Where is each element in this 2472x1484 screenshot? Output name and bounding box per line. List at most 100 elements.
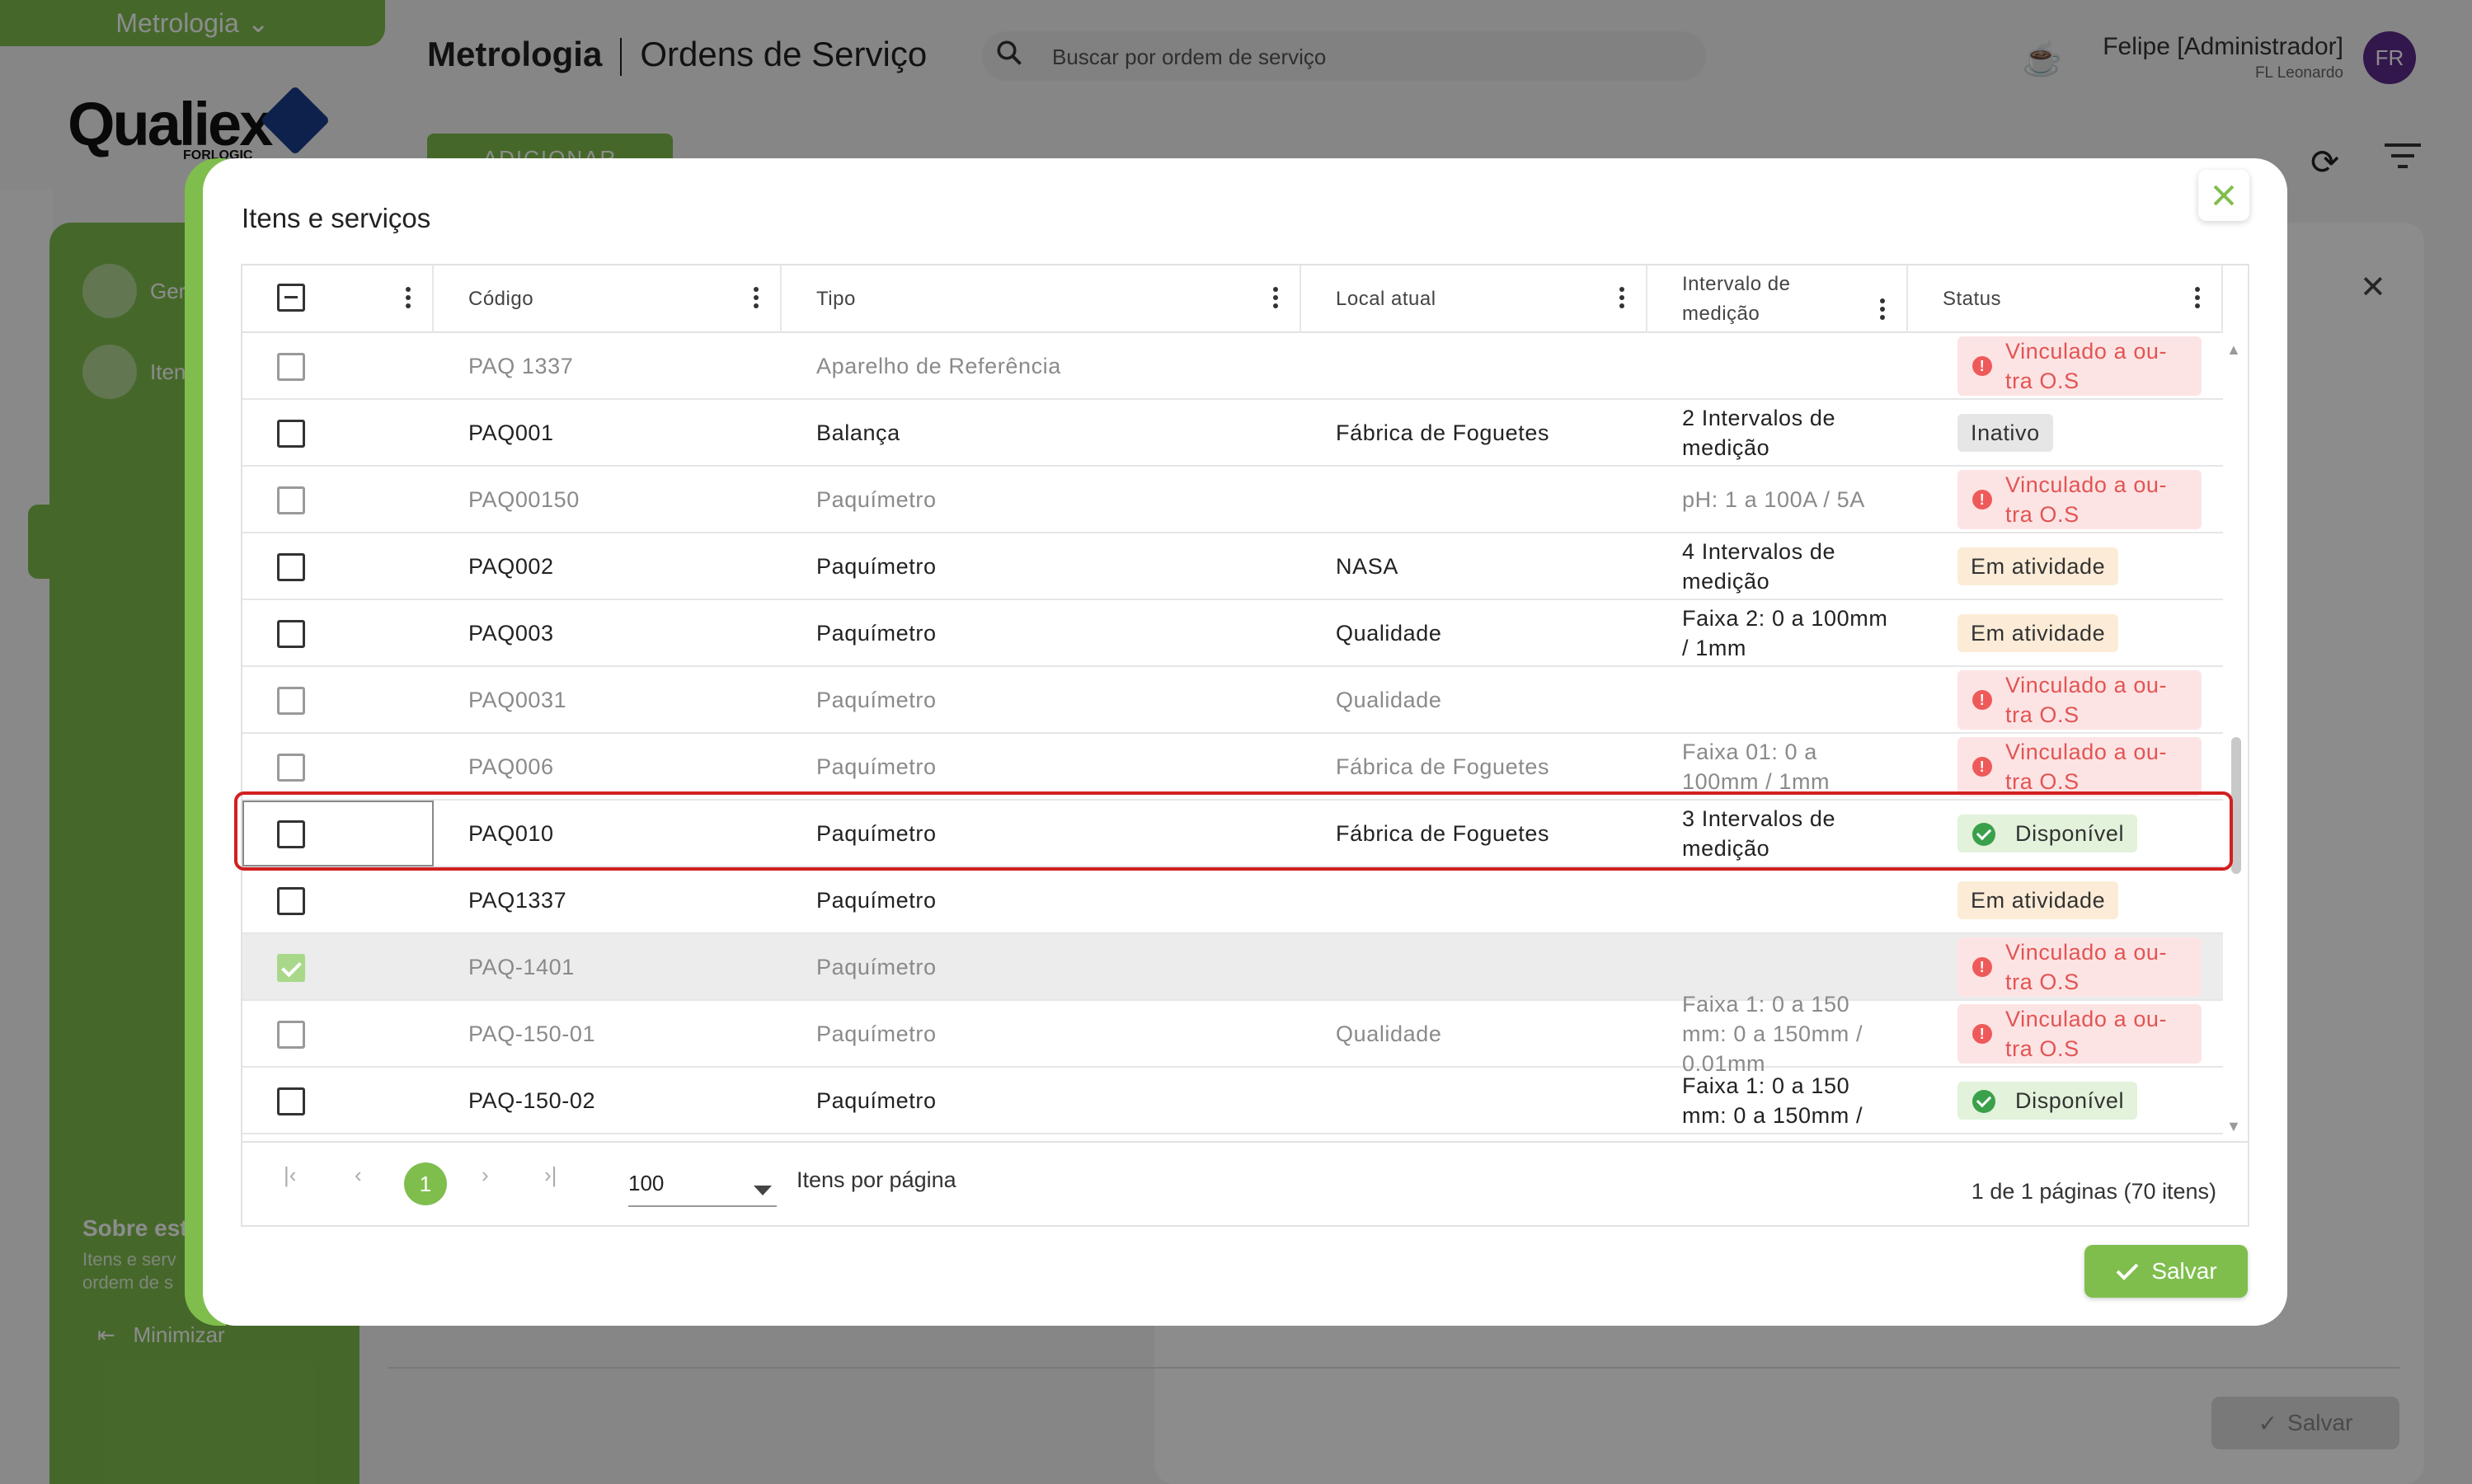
status-label: Vinculado a ou-tra O.S <box>2005 339 2168 393</box>
cell-type: Paquímetro <box>816 620 937 646</box>
status-badge: Em atividade <box>1957 614 2119 652</box>
status-badge: ! Vinculado a ou-tra O.S <box>1957 1004 2202 1064</box>
status-badge: Em atividade <box>1957 881 2119 919</box>
column-menu-icon[interactable] <box>1273 287 1278 308</box>
cell-interval <box>1682 667 1888 732</box>
cell-location <box>1336 333 1641 398</box>
status-badge: Inativo <box>1957 414 2053 452</box>
status-label: Inativo <box>1971 420 2040 445</box>
pagination-info: 1 de 1 páginas (70 itens) <box>1971 1179 2216 1204</box>
cell-type: Aparelho de Referência <box>816 353 1061 378</box>
table-row[interactable]: PAQ 1337 Aparelho de Referência! Vinculado… <box>242 333 2223 400</box>
column-menu-icon[interactable] <box>2195 287 2200 308</box>
table-row[interactable]: PAQ003 Paquímetro Qualidade Faixa 2: 0 a 10… <box>242 600 2223 667</box>
row-checkbox[interactable] <box>277 754 305 782</box>
scroll-up-icon[interactable]: ▲ <box>2226 341 2241 359</box>
header-status-label: Status <box>1943 288 2002 310</box>
cell-code: PAQ-1401 <box>468 954 575 979</box>
highlight-box <box>234 791 2233 871</box>
current-page[interactable]: 1 <box>404 1162 447 1205</box>
row-checkbox[interactable] <box>277 687 305 715</box>
table-row[interactable]: PAQ0031 Paquímetro Qualidade! Vinculado a o… <box>242 667 2223 734</box>
cell-interval: Faixa 01: 0 a 100mm / 1mm <box>1682 739 1831 794</box>
header-interval[interactable]: Intervalo de medição <box>1647 265 1908 333</box>
cell-interval: Faixa 1: 0 a 150 mm: 0 a 150mm / 0.01mm <box>1682 991 1863 1076</box>
column-menu-icon[interactable] <box>1880 298 1885 320</box>
status-label: Em atividade <box>1971 887 2106 913</box>
header-location[interactable]: Local atual <box>1301 265 1647 333</box>
status-badge: ! Vinculado a ou-tra O.S <box>1957 670 2202 730</box>
row-checkbox[interactable] <box>277 887 305 915</box>
table-row[interactable]: PAQ-150-01 Paquímetro Qualidade Faixa 1: 0 … <box>242 991 2223 1076</box>
alert-icon: ! <box>1972 757 1992 777</box>
table-row[interactable]: PAQ002 Paquímetro NASA 4 Intervalos de medi… <box>242 533 2223 600</box>
column-menu-icon[interactable] <box>1619 287 1624 308</box>
header-type[interactable]: Tipo <box>782 265 1301 333</box>
close-button[interactable] <box>2198 170 2249 221</box>
header-location-label: Local atual <box>1336 288 1436 310</box>
cell-code: PAQ006 <box>468 754 554 779</box>
row-checkbox[interactable] <box>277 486 305 514</box>
last-page-icon[interactable]: ›| <box>544 1162 557 1188</box>
scroll-down-icon[interactable]: ▼ <box>2226 1118 2241 1135</box>
modal-title: Itens e serviços <box>242 203 431 233</box>
cell-location: NASA <box>1336 553 1398 579</box>
pagination: |‹ ‹ 1 › ›| 100 Itens por página 1 de 1 … <box>242 1141 2248 1227</box>
cell-code: PAQ0031 <box>468 687 567 712</box>
table-row[interactable]: PAQ00150 Paquímetro pH: 1 a 100A / 5A! Vinc… <box>242 467 2223 533</box>
column-menu-icon[interactable] <box>406 287 411 308</box>
alert-icon: ! <box>1972 1024 1992 1044</box>
status-badge: ! Vinculado a ou-tra O.S <box>1957 937 2202 997</box>
table-body: PAQ 1337 Aparelho de Referência! Vinculado… <box>242 333 2223 1141</box>
dropdown-arrow-icon[interactable] <box>754 1186 772 1195</box>
column-menu-icon[interactable] <box>754 287 759 308</box>
row-checkbox[interactable] <box>277 620 305 648</box>
cell-location <box>1336 467 1641 532</box>
row-checkbox[interactable] <box>277 1087 305 1115</box>
save-button[interactable]: Salvar <box>2084 1245 2248 1298</box>
table-row[interactable]: PAQ006 Paquímetro Fábrica de Foguetes Faixa… <box>242 734 2223 801</box>
cell-type: Paquímetro <box>816 687 937 712</box>
row-checkbox[interactable] <box>277 420 305 448</box>
status-badge: ! Vinculado a ou-tra O.S <box>1957 470 2202 529</box>
table-row[interactable]: PAQ-150-02 Paquímetro Faixa 1: 0 a 150 mm:… <box>242 1068 2223 1134</box>
alert-icon: ! <box>1972 490 1992 510</box>
per-page-label: Itens por página <box>797 1167 956 1192</box>
cell-interval: Faixa 2: 0 a 100mm / 1mm <box>1682 605 1888 660</box>
alert-icon: ! <box>1972 690 1992 710</box>
table-header: Código Tipo Local atual Intervalo de med… <box>242 265 2223 333</box>
cell-code: PAQ003 <box>468 620 554 646</box>
row-checkbox[interactable] <box>277 954 305 982</box>
row-checkbox[interactable] <box>277 1021 305 1049</box>
table-row[interactable]: PAQ001 Balança Fábrica de Foguetes 2 Interv… <box>242 400 2223 467</box>
table-row[interactable]: PAQ-1401 Paquímetro! Vinculado a ou-tra O.… <box>242 934 2223 1001</box>
status-badge: Em atividade <box>1957 547 2119 585</box>
cell-interval <box>1682 333 1888 398</box>
next-page-icon[interactable]: › <box>482 1162 489 1188</box>
header-code[interactable]: Código <box>434 265 782 333</box>
cell-code: PAQ-150-01 <box>468 1021 596 1046</box>
select-all-checkbox[interactable] <box>277 284 305 312</box>
cell-code: PAQ00150 <box>468 486 580 512</box>
table-row[interactable]: PAQ1337 Paquímetro Em atividade <box>242 867 2223 934</box>
cell-location: Qualidade <box>1336 620 1442 646</box>
cell-type: Paquímetro <box>816 553 937 579</box>
cell-interval <box>1682 867 1888 932</box>
cell-type: Paquímetro <box>816 1021 937 1046</box>
row-checkbox[interactable] <box>277 553 305 581</box>
cell-type: Paquímetro <box>816 1087 937 1113</box>
status-label: Vinculado a ou-tra O.S <box>2005 472 2168 527</box>
cell-type: Paquímetro <box>816 754 937 779</box>
cell-code: PAQ1337 <box>468 887 567 913</box>
header-select-all[interactable] <box>242 265 434 333</box>
alert-icon: ! <box>1972 356 1992 376</box>
cell-interval: Faixa 1: 0 a 150 mm: 0 a 150mm / <box>1682 1073 1863 1128</box>
header-status[interactable]: Status <box>1908 265 2223 333</box>
prev-page-icon[interactable]: ‹ <box>355 1162 362 1188</box>
status-badge: Disponível <box>1957 1082 2138 1120</box>
header-code-label: Código <box>468 288 534 310</box>
first-page-icon[interactable]: |‹ <box>284 1162 296 1188</box>
status-badge: ! Vinculado a ou-tra O.S <box>1957 336 2202 396</box>
status-label: Vinculado a ou-tra O.S <box>2005 940 2168 994</box>
row-checkbox[interactable] <box>277 353 305 381</box>
